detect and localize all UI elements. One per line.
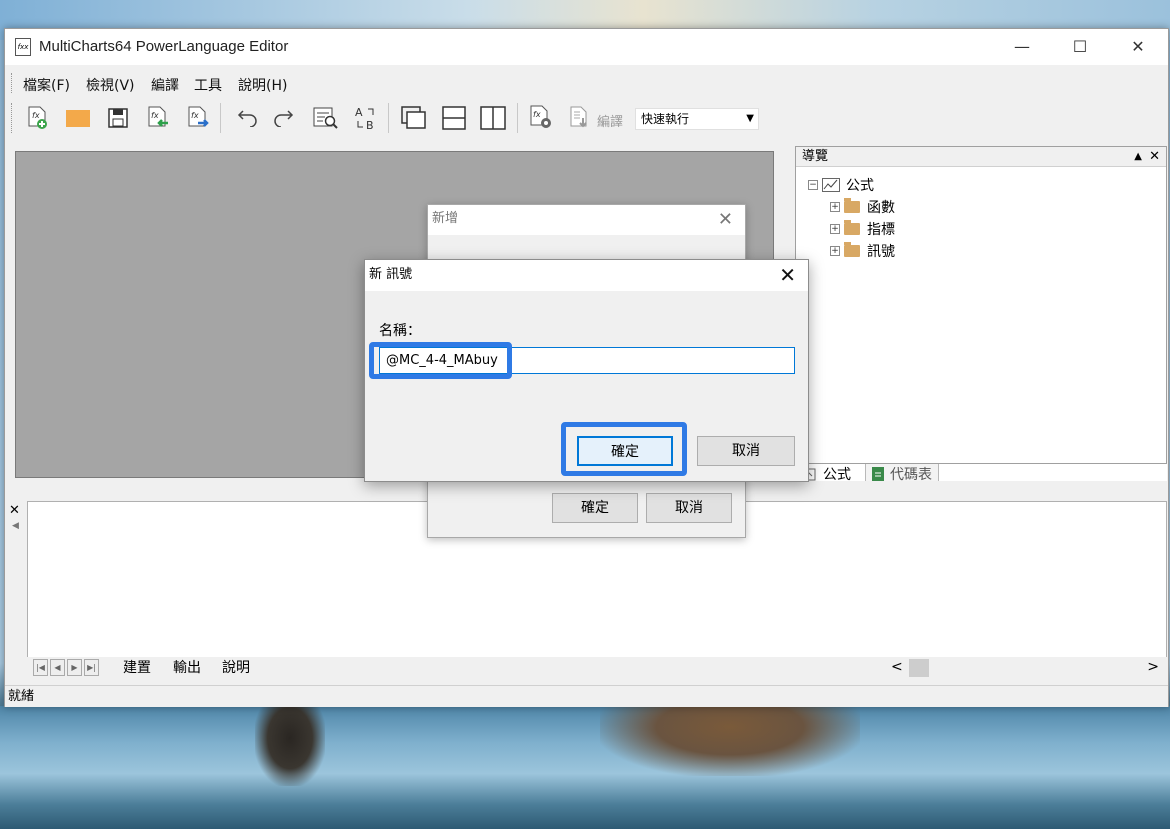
pin-arrow-icon[interactable]: ◀ — [12, 521, 19, 531]
close-icon[interactable]: ✕ — [1149, 147, 1160, 167]
tile-vertical-icon[interactable] — [478, 103, 508, 133]
tree-item-signals[interactable]: + 訊號 — [830, 241, 895, 261]
menu-bar: 檔案(F) 檢視(V) 編譯 工具 說明(H) — [5, 67, 1168, 97]
folder-icon — [844, 220, 860, 235]
save-icon[interactable] — [103, 103, 133, 133]
tab-help[interactable]: 說明 — [222, 658, 250, 678]
status-text: 就緒 — [8, 689, 35, 704]
tab-build[interactable]: 建置 — [123, 658, 151, 678]
toolbar-separator — [388, 103, 389, 133]
folder-icon — [844, 198, 860, 213]
maximize-button[interactable]: ☐ — [1057, 29, 1103, 65]
window-title: MultiCharts64 PowerLanguage Editor — [39, 38, 289, 55]
open-folder-icon[interactable] — [63, 103, 93, 133]
new-study-icon[interactable]: fx — [23, 103, 53, 133]
tree-label: 函數 — [867, 200, 895, 216]
navigator-header: 導覽 ▲ ✕ — [796, 147, 1166, 167]
expand-toggle-icon[interactable]: + — [830, 246, 840, 256]
menu-view[interactable]: 檢視(V) — [86, 75, 135, 95]
tree-label: 指標 — [867, 222, 895, 238]
execution-mode-value: 快速執行 — [641, 112, 690, 126]
tree-item-indicators[interactable]: + 指標 — [830, 219, 895, 239]
tab-nav-arrows: |◀ ◀ ▶ ▶| — [33, 659, 99, 676]
ok-highlight-annotation — [561, 422, 687, 476]
scroll-left-icon[interactable]: < — [891, 659, 903, 675]
scroll-thumb[interactable] — [909, 659, 929, 677]
undo-icon[interactable] — [231, 103, 261, 133]
menu-grip[interactable] — [11, 73, 14, 93]
cancel-button[interactable]: 取消 — [646, 493, 732, 523]
tree-label: 訊號 — [867, 244, 895, 260]
desktop-rock — [600, 706, 860, 776]
prev-tab-icon[interactable]: ◀ — [50, 659, 65, 676]
tree-item-functions[interactable]: + 函數 — [830, 197, 895, 217]
desktop-rock — [255, 706, 325, 786]
close-icon[interactable]: ✕ — [779, 263, 796, 287]
close-icon[interactable]: ✕ — [718, 209, 733, 230]
study-properties-icon[interactable]: fx — [527, 103, 557, 133]
svg-text:B: B — [366, 119, 374, 131]
menu-file[interactable]: 檔案(F) — [23, 75, 70, 95]
ok-button[interactable]: 確定 — [552, 493, 638, 523]
toolbar-grip[interactable] — [11, 103, 14, 133]
export-icon[interactable]: fx — [183, 103, 213, 133]
toolbar-separator — [517, 103, 518, 133]
svg-text:fx: fx — [533, 110, 541, 119]
tab-output[interactable]: 輸出 — [173, 658, 201, 678]
dialog-title: 新 訊號 — [365, 260, 808, 291]
input-highlight-annotation — [369, 342, 512, 379]
close-button[interactable]: ✕ — [1115, 29, 1161, 65]
status-bar: 就緒 — [5, 685, 1168, 707]
svg-text:fx: fx — [32, 111, 40, 120]
import-icon[interactable]: fx — [143, 103, 173, 133]
svg-text:fx: fx — [151, 111, 159, 120]
find-icon[interactable] — [311, 103, 341, 133]
collapse-icon[interactable]: ▲ — [1134, 147, 1142, 167]
output-tabs: |◀ ◀ ▶ ▶| 建置 輸出 說明 < > — [27, 657, 1167, 679]
dialog-title: 新增 — [428, 205, 745, 235]
redo-icon[interactable] — [270, 103, 300, 133]
app-icon: fxx — [15, 38, 31, 56]
replace-icon[interactable]: AB — [351, 103, 381, 133]
name-label: 名稱： — [379, 323, 421, 339]
cancel-button[interactable]: 取消 — [697, 436, 795, 466]
title-bar[interactable]: fxx MultiCharts64 PowerLanguage Editor —… — [5, 29, 1168, 65]
chevron-down-icon[interactable]: ▼ — [746, 109, 754, 129]
menu-help[interactable]: 說明(H) — [238, 75, 287, 95]
expand-toggle-icon[interactable]: + — [830, 224, 840, 234]
cascade-windows-icon[interactable] — [399, 103, 429, 133]
navigator-title: 導覽 — [802, 149, 829, 164]
folder-icon — [844, 242, 860, 257]
next-tab-icon[interactable]: ▶ — [67, 659, 82, 676]
collapse-toggle-icon[interactable]: − — [808, 180, 818, 190]
tree-root-formula[interactable]: − 公式 — [808, 175, 874, 195]
compile-label[interactable]: 編譯 — [597, 111, 623, 130]
execution-mode-select[interactable]: 快速執行 ▼ — [635, 108, 759, 130]
compile-icon[interactable] — [565, 103, 595, 133]
toolbar: fx fx fx AB fx 編譯 快速執行 ▼ — [5, 99, 1168, 139]
desktop-sea — [0, 706, 1170, 829]
navigator-panel: 導覽 ▲ ✕ − 公式 + 函數 + 指標 + 訊號 — [795, 146, 1167, 486]
svg-text:fx: fx — [191, 111, 199, 120]
horizontal-scrollbar[interactable]: < > — [885, 659, 1165, 677]
tree-label: 公式 — [846, 178, 874, 194]
tile-horizontal-icon[interactable] — [439, 103, 469, 133]
minimize-button[interactable]: — — [999, 29, 1045, 65]
close-icon[interactable]: ✕ — [9, 503, 20, 518]
chart-icon — [822, 178, 840, 192]
last-tab-icon[interactable]: ▶| — [84, 659, 99, 676]
first-tab-icon[interactable]: |◀ — [33, 659, 48, 676]
menu-tools[interactable]: 工具 — [194, 75, 222, 95]
expand-toggle-icon[interactable]: + — [830, 202, 840, 212]
toolbar-separator — [220, 103, 221, 133]
svg-text:A: A — [355, 106, 363, 119]
scroll-right-icon[interactable]: > — [1147, 659, 1159, 675]
menu-compile[interactable]: 編譯 — [151, 75, 179, 95]
